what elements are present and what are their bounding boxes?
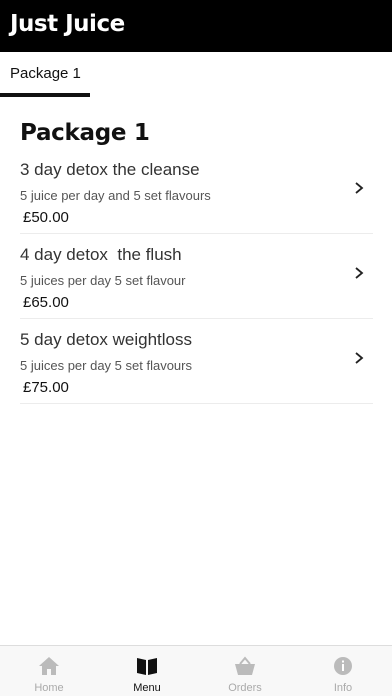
home-icon bbox=[39, 657, 59, 675]
menu-item[interactable]: 4 day detox the flush 5 juices per day 5… bbox=[20, 233, 373, 319]
orders-basket-icon bbox=[235, 656, 255, 675]
nav-home[interactable]: Home bbox=[0, 646, 98, 696]
item-description: 5 juices per day 5 set flavour bbox=[20, 273, 186, 288]
menu-item[interactable]: 5 day detox weightloss 5 juices per day … bbox=[20, 318, 373, 404]
chevron-right-icon bbox=[355, 352, 364, 364]
tab-package-1[interactable]: Package 1 bbox=[0, 52, 90, 98]
tab-label: Package 1 bbox=[10, 65, 81, 82]
app-title: Just Juice bbox=[10, 11, 125, 37]
nav-menu[interactable]: Menu bbox=[98, 646, 196, 696]
item-name: 4 day detox the flush bbox=[20, 245, 182, 264]
nav-label: Menu bbox=[133, 682, 161, 694]
menu-book-icon bbox=[137, 658, 157, 675]
active-tab-indicator bbox=[0, 93, 90, 97]
item-price: £75.00 bbox=[23, 379, 69, 396]
nav-orders[interactable]: Orders bbox=[196, 646, 294, 696]
chevron-right-icon bbox=[355, 267, 364, 279]
item-price: £50.00 bbox=[23, 209, 69, 226]
nav-label: Info bbox=[333, 682, 353, 694]
category-tabbar: Package 1 bbox=[0, 52, 392, 98]
item-price: £65.00 bbox=[23, 294, 69, 311]
menu-item[interactable]: 3 day detox the cleanse 5 juice per day … bbox=[20, 148, 373, 234]
item-name: 5 day detox weightloss bbox=[20, 330, 192, 349]
nav-info[interactable]: Info bbox=[294, 646, 392, 696]
item-description: 5 juices per day 5 set flavours bbox=[20, 358, 192, 373]
section-title: Package 1 bbox=[20, 120, 150, 146]
item-description: 5 juice per day and 5 set flavours bbox=[20, 188, 211, 203]
nav-label: Orders bbox=[228, 682, 262, 694]
app-header: Just Juice bbox=[0, 0, 392, 52]
info-icon bbox=[334, 657, 352, 675]
bottom-navigation: Home Menu Orders Info bbox=[0, 645, 392, 696]
item-name: 3 day detox the cleanse bbox=[20, 160, 200, 179]
chevron-right-icon bbox=[355, 182, 364, 194]
nav-label: Home bbox=[34, 682, 64, 694]
